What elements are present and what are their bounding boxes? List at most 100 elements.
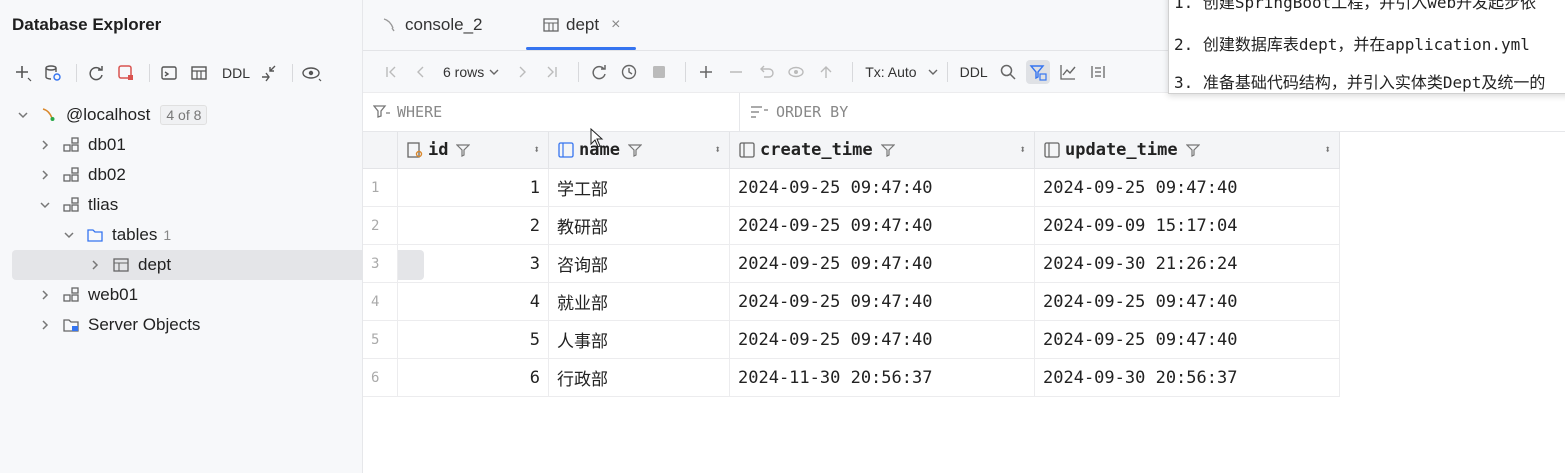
tree-node-server-objects[interactable]: Server Objects bbox=[0, 310, 362, 340]
chevron-right-icon[interactable] bbox=[38, 168, 52, 182]
column-label: id bbox=[428, 140, 449, 160]
view-options-icon[interactable] bbox=[299, 60, 325, 86]
jump-to-source-icon[interactable] bbox=[256, 60, 282, 86]
order-by-input[interactable]: ORDER BY bbox=[739, 93, 848, 131]
column-filter-icon[interactable] bbox=[1185, 143, 1200, 157]
ddl-button[interactable]: DDL bbox=[222, 65, 250, 81]
column-filter-icon[interactable] bbox=[456, 143, 471, 157]
table-view-icon[interactable] bbox=[186, 60, 212, 86]
filter-bar: WHERE ORDER BY bbox=[363, 93, 1565, 132]
first-page-icon[interactable] bbox=[379, 60, 403, 84]
toolbar-divider bbox=[685, 61, 687, 82]
table-row[interactable]: 5 5 人事部 2024-09-25 09:47:40 2024-09-25 0… bbox=[363, 320, 1340, 359]
stop-icon[interactable] bbox=[647, 60, 671, 84]
cell-name[interactable]: 学工部 bbox=[548, 168, 730, 207]
add-row-icon[interactable] bbox=[694, 60, 718, 84]
cell-id[interactable]: 3 bbox=[397, 244, 549, 283]
cell-id[interactable]: 2 bbox=[397, 206, 549, 245]
column-filter-icon[interactable] bbox=[627, 143, 642, 157]
table-row[interactable]: 3 3 咨询部 2024-09-25 09:47:40 2024-09-30 2… bbox=[363, 244, 1340, 283]
cell-update-time[interactable]: 2024-09-25 09:47:40 bbox=[1034, 320, 1340, 359]
delete-row-icon[interactable] bbox=[724, 60, 748, 84]
tree-node-tables[interactable]: tables 1 bbox=[0, 220, 362, 250]
column-header-update-time[interactable]: update_time ⬍ bbox=[1034, 132, 1340, 169]
column-header-create-time[interactable]: create_time ⬍ bbox=[729, 132, 1035, 169]
chevron-down-icon[interactable] bbox=[62, 228, 76, 242]
cell-id[interactable]: 4 bbox=[397, 282, 549, 321]
ddl-button[interactable]: DDL bbox=[960, 64, 988, 80]
column-icon bbox=[557, 141, 575, 159]
where-filter-input[interactable]: WHERE bbox=[373, 93, 442, 131]
cell-update-time[interactable]: 2024-09-25 09:47:40 bbox=[1034, 168, 1340, 207]
cell-id[interactable]: 6 bbox=[397, 358, 549, 397]
column-header-name[interactable]: name ⬍ bbox=[548, 132, 730, 169]
table-row[interactable]: 6 6 行政部 2024-11-30 20:56:37 2024-09-30 2… bbox=[363, 358, 1340, 397]
tree-node-label: tlias bbox=[88, 195, 119, 214]
rows-per-page-dropdown[interactable]: 6 rows bbox=[439, 64, 500, 80]
chevron-right-icon[interactable] bbox=[88, 258, 102, 272]
column-header-id[interactable]: id ⬍ bbox=[397, 132, 549, 169]
cell-create-time[interactable]: 2024-09-25 09:47:40 bbox=[729, 206, 1035, 245]
cell-update-time[interactable]: 2024-09-09 15:17:04 bbox=[1034, 206, 1340, 245]
tree-node-db02[interactable]: db02 bbox=[0, 160, 362, 190]
refresh-icon[interactable] bbox=[83, 60, 109, 86]
chevron-right-icon[interactable] bbox=[38, 138, 52, 152]
last-page-icon[interactable] bbox=[540, 60, 564, 84]
transaction-mode-dropdown[interactable]: Tx: Auto bbox=[861, 64, 938, 80]
chevron-down-icon[interactable] bbox=[38, 198, 52, 212]
cell-name[interactable]: 人事部 bbox=[548, 320, 730, 359]
column-filter-icon[interactable] bbox=[880, 143, 895, 157]
cell-create-time[interactable]: 2024-09-25 09:47:40 bbox=[729, 168, 1035, 207]
revert-icon[interactable] bbox=[754, 60, 778, 84]
tab-dept[interactable]: dept × bbox=[526, 0, 637, 50]
cell-name[interactable]: 行政部 bbox=[548, 358, 730, 397]
previous-page-icon[interactable] bbox=[409, 60, 433, 84]
submit-icon[interactable] bbox=[814, 60, 838, 84]
search-icon[interactable] bbox=[996, 60, 1020, 84]
tree-node-label: Server Objects bbox=[88, 315, 201, 334]
cell-create-time[interactable]: 2024-09-25 09:47:40 bbox=[729, 244, 1035, 283]
sort-arrows-icon[interactable]: ⬍ bbox=[1019, 143, 1026, 156]
primary-key-column-icon bbox=[406, 141, 424, 159]
cell-id[interactable]: 1 bbox=[397, 168, 549, 207]
cell-create-time[interactable]: 2024-09-25 09:47:40 bbox=[729, 320, 1035, 359]
cell-name[interactable]: 就业部 bbox=[548, 282, 730, 321]
tree-node-tlias[interactable]: tlias bbox=[0, 190, 362, 220]
mysql-dolphin-icon bbox=[40, 106, 58, 124]
add-icon[interactable] bbox=[10, 60, 36, 86]
tree-node-localhost[interactable]: @localhost 4 of 8 bbox=[0, 100, 362, 130]
table-row[interactable]: 4 4 就业部 2024-09-25 09:47:40 2024-09-25 0… bbox=[363, 282, 1340, 321]
open-console-icon[interactable] bbox=[156, 60, 182, 86]
chevron-right-icon[interactable] bbox=[38, 288, 52, 302]
cell-create-time[interactable]: 2024-09-25 09:47:40 bbox=[729, 282, 1035, 321]
cell-id[interactable]: 5 bbox=[397, 320, 549, 359]
reload-icon[interactable] bbox=[587, 60, 611, 84]
cell-name[interactable]: 咨询部 bbox=[548, 244, 730, 283]
column-view-icon[interactable] bbox=[1086, 60, 1110, 84]
tree-node-db01[interactable]: db01 bbox=[0, 130, 362, 160]
tab-console-2[interactable]: console_2 bbox=[381, 0, 483, 50]
filter-icon bbox=[373, 104, 391, 120]
chevron-right-icon[interactable] bbox=[38, 318, 52, 332]
cell-name[interactable]: 教研部 bbox=[548, 206, 730, 245]
cell-create-time[interactable]: 2024-11-30 20:56:37 bbox=[729, 358, 1035, 397]
cell-update-time[interactable]: 2024-09-30 20:56:37 bbox=[1034, 358, 1340, 397]
chevron-down-icon[interactable] bbox=[16, 108, 30, 122]
sort-arrows-icon[interactable]: ⬍ bbox=[533, 143, 540, 156]
cell-update-time[interactable]: 2024-09-30 21:26:24 bbox=[1034, 244, 1340, 283]
close-icon[interactable]: × bbox=[611, 16, 620, 34]
filter-toggle-icon[interactable] bbox=[1025, 59, 1050, 84]
disconnect-icon[interactable] bbox=[113, 60, 139, 86]
next-page-icon[interactable] bbox=[510, 60, 534, 84]
chart-icon[interactable] bbox=[1056, 60, 1080, 84]
preview-changes-icon[interactable] bbox=[784, 60, 808, 84]
sort-arrows-icon[interactable]: ⬍ bbox=[1324, 143, 1331, 156]
tree-node-web01[interactable]: web01 bbox=[0, 280, 362, 310]
cell-update-time[interactable]: 2024-09-25 09:47:40 bbox=[1034, 282, 1340, 321]
query-history-icon[interactable] bbox=[617, 60, 641, 84]
table-icon bbox=[542, 16, 560, 34]
table-row[interactable]: 2 2 教研部 2024-09-25 09:47:40 2024-09-09 1… bbox=[363, 206, 1340, 245]
data-source-properties-icon[interactable] bbox=[40, 60, 66, 86]
table-row[interactable]: 1 1 学工部 2024-09-25 09:47:40 2024-09-25 0… bbox=[363, 168, 1340, 207]
sort-arrows-icon[interactable]: ⬍ bbox=[714, 143, 721, 156]
